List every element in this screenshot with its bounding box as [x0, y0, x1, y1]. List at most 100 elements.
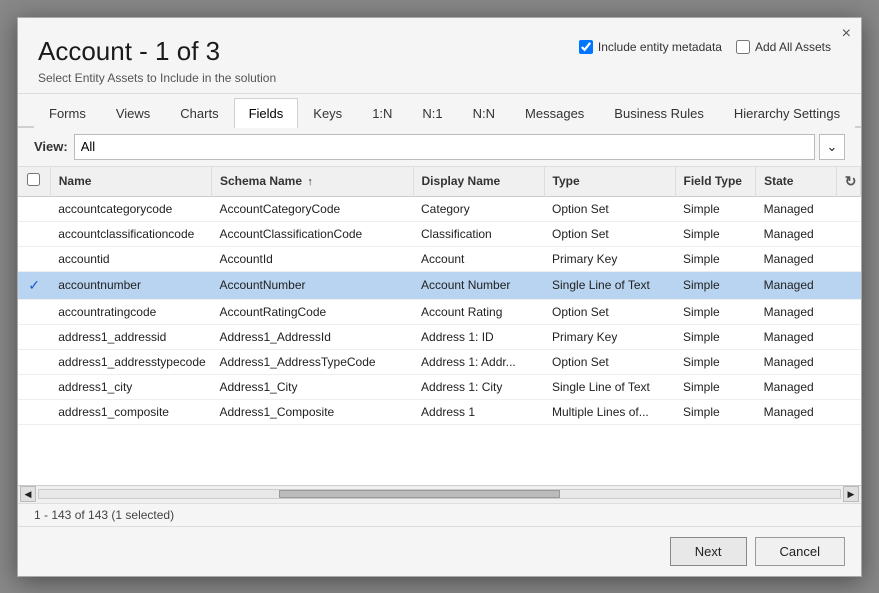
table-row[interactable]: address1_compositeAddress1_CompositeAddr…: [18, 399, 861, 424]
add-all-assets-label: Add All Assets: [755, 40, 831, 54]
row-display: Account Number: [413, 271, 544, 299]
tab-forms[interactable]: Forms: [34, 98, 101, 128]
tab-charts[interactable]: Charts: [165, 98, 233, 128]
row-schema: AccountCategoryCode: [211, 196, 413, 221]
row-display: Address 1: ID: [413, 324, 544, 349]
col-state: State: [756, 167, 837, 197]
row-state: Managed: [756, 349, 837, 374]
row-state: Managed: [756, 196, 837, 221]
row-type: Option Set: [544, 349, 675, 374]
row-state: Managed: [756, 271, 837, 299]
row-state: Managed: [756, 324, 837, 349]
row-display: Classification: [413, 221, 544, 246]
view-dropdown-button[interactable]: ⌄: [819, 134, 845, 160]
horizontal-scrollbar[interactable]: ◀ ▶: [18, 485, 861, 503]
main-dialog: × Account - 1 of 3 Select Entity Assets …: [17, 17, 862, 577]
row-display: Address 1: Addr...: [413, 349, 544, 374]
table-header-row: Name Schema Name ↑ Display Name Type Fie…: [18, 167, 861, 197]
next-button[interactable]: Next: [670, 537, 747, 566]
refresh-icon[interactable]: ↻: [845, 173, 857, 189]
row-name: accountratingcode: [50, 299, 211, 324]
data-table-container: Name Schema Name ↑ Display Name Type Fie…: [18, 167, 861, 485]
row-action-cell: [836, 221, 860, 246]
view-input[interactable]: [74, 134, 815, 160]
scroll-right-button[interactable]: ▶: [843, 486, 859, 502]
row-type: Primary Key: [544, 324, 675, 349]
add-all-assets-checkbox[interactable]: [736, 40, 750, 54]
row-field-type: Simple: [675, 399, 756, 424]
tab-fields[interactable]: Fields: [234, 98, 299, 128]
row-checkbox-cell[interactable]: [18, 196, 50, 221]
status-bar: 1 - 143 of 143 (1 selected): [18, 503, 861, 526]
col-schema[interactable]: Schema Name ↑: [211, 167, 413, 197]
row-action-cell: [836, 374, 860, 399]
row-type: Primary Key: [544, 246, 675, 271]
row-checkbox-cell[interactable]: [18, 324, 50, 349]
row-state: Managed: [756, 221, 837, 246]
row-name: address1_addresstypecode: [50, 349, 211, 374]
dialog-subtitle: Select Entity Assets to Include in the s…: [38, 71, 841, 85]
include-metadata-checkbox[interactable]: [579, 40, 593, 54]
row-type: Option Set: [544, 221, 675, 246]
row-name: address1_city: [50, 374, 211, 399]
tab-business-rules[interactable]: Business Rules: [599, 98, 719, 128]
tab-n1[interactable]: N:1: [407, 98, 457, 128]
row-field-type: Simple: [675, 271, 756, 299]
add-all-assets-option[interactable]: Add All Assets: [736, 40, 831, 54]
tab-hierarchy-settings[interactable]: Hierarchy Settings: [719, 98, 855, 128]
row-type: Option Set: [544, 299, 675, 324]
table-row[interactable]: accountcategorycodeAccountCategoryCodeCa…: [18, 196, 861, 221]
row-action-cell: [836, 271, 860, 299]
table-row[interactable]: accountidAccountIdAccountPrimary KeySimp…: [18, 246, 861, 271]
row-checkbox-cell[interactable]: [18, 221, 50, 246]
row-checkbox-cell[interactable]: [18, 374, 50, 399]
tab-messages[interactable]: Messages: [510, 98, 599, 128]
row-checkbox-cell[interactable]: [18, 399, 50, 424]
row-action-cell: [836, 324, 860, 349]
row-action-cell: [836, 246, 860, 271]
include-metadata-label: Include entity metadata: [598, 40, 722, 54]
col-type: Type: [544, 167, 675, 197]
scroll-left-button[interactable]: ◀: [20, 486, 36, 502]
scroll-thumb[interactable]: [279, 490, 559, 498]
table-row[interactable]: address1_addressidAddress1_AddressIdAddr…: [18, 324, 861, 349]
tab-keys[interactable]: Keys: [298, 98, 357, 128]
row-action-cell: [836, 399, 860, 424]
row-name: address1_addressid: [50, 324, 211, 349]
row-checkmark-icon: ✓: [28, 277, 40, 293]
row-schema: AccountClassificationCode: [211, 221, 413, 246]
table-row[interactable]: address1_addresstypecodeAddress1_Address…: [18, 349, 861, 374]
tab-1n[interactable]: 1:N: [357, 98, 407, 128]
table-row[interactable]: accountclassificationcodeAccountClassifi…: [18, 221, 861, 246]
select-all-checkbox[interactable]: [27, 173, 40, 186]
row-action-cell: [836, 196, 860, 221]
scroll-track[interactable]: [38, 489, 841, 499]
table-row[interactable]: accountratingcodeAccountRatingCodeAccoun…: [18, 299, 861, 324]
row-field-type: Simple: [675, 299, 756, 324]
row-schema: AccountNumber: [211, 271, 413, 299]
row-state: Managed: [756, 399, 837, 424]
row-checkbox-cell[interactable]: ✓: [18, 271, 50, 299]
tab-views[interactable]: Views: [101, 98, 165, 128]
row-field-type: Simple: [675, 221, 756, 246]
row-field-type: Simple: [675, 196, 756, 221]
include-metadata-option[interactable]: Include entity metadata: [579, 40, 722, 54]
row-checkbox-cell[interactable]: [18, 299, 50, 324]
dialog-footer: Next Cancel: [18, 526, 861, 576]
cancel-button[interactable]: Cancel: [755, 537, 845, 566]
row-schema: Address1_AddressId: [211, 324, 413, 349]
close-button[interactable]: ×: [842, 26, 851, 42]
row-display: Category: [413, 196, 544, 221]
row-checkbox-cell[interactable]: [18, 246, 50, 271]
row-action-cell: [836, 299, 860, 324]
col-refresh[interactable]: ↻: [836, 167, 860, 197]
row-checkbox-cell[interactable]: [18, 349, 50, 374]
table-row[interactable]: ✓accountnumberAccountNumberAccount Numbe…: [18, 271, 861, 299]
row-state: Managed: [756, 374, 837, 399]
row-name: accountclassificationcode: [50, 221, 211, 246]
row-display: Address 1: City: [413, 374, 544, 399]
fields-table: Name Schema Name ↑ Display Name Type Fie…: [18, 167, 861, 425]
col-check[interactable]: [18, 167, 50, 197]
table-row[interactable]: address1_cityAddress1_CityAddress 1: Cit…: [18, 374, 861, 399]
tab-nn[interactable]: N:N: [458, 98, 510, 128]
